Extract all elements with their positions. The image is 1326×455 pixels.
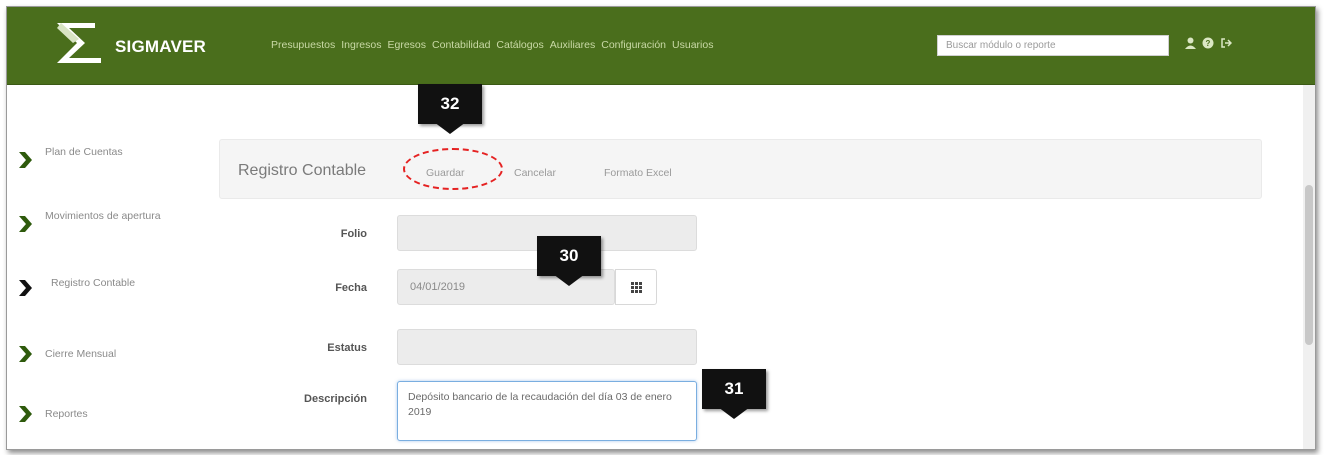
menu-item-configuracion[interactable]: Configuración: [601, 39, 666, 51]
cancel-button[interactable]: Cancelar: [514, 167, 556, 179]
descripcion-label: Descripción: [304, 393, 367, 405]
brand-name: SIGMAVER: [115, 37, 207, 56]
chevron-right-icon: [19, 346, 32, 362]
sidebar-item-label: Plan de Cuentas: [45, 146, 123, 158]
callout-marker-fecha: 30: [537, 236, 601, 286]
excel-format-button[interactable]: Formato Excel: [604, 167, 672, 179]
logout-icon[interactable]: [1220, 37, 1233, 52]
callout-marker-descripcion: 31: [702, 369, 766, 419]
estatus-label: Estatus: [327, 342, 367, 354]
sidebar-item-label: Reportes: [45, 408, 88, 420]
sidebar-item-label: Movimientos de apertura: [45, 210, 161, 222]
folio-label: Folio: [340, 228, 367, 240]
sidebar-item-cierre-mensual[interactable]: Cierre Mensual: [17, 345, 116, 363]
fecha-label: Fecha: [335, 282, 367, 294]
main-menu: Presupuestos Ingresos Egresos Contabilid…: [271, 39, 713, 51]
sidebar-item-label: Cierre Mensual: [45, 348, 117, 360]
menu-item-presupuestos[interactable]: Presupuestos: [271, 39, 335, 51]
scrollbar-thumb[interactable]: [1305, 185, 1313, 345]
app-window: SIGMAVER Presupuestos Ingresos Egresos C…: [6, 6, 1316, 450]
navbar-icons: ?: [1185, 37, 1233, 52]
top-navbar: SIGMAVER Presupuestos Ingresos Egresos C…: [7, 7, 1315, 85]
calendar-button[interactable]: [615, 269, 657, 305]
chevron-right-icon: [19, 280, 32, 296]
callout-number: 32: [418, 84, 482, 124]
vertical-scrollbar[interactable]: [1303, 85, 1315, 449]
sidebar-item-plan-de-cuentas[interactable]: Plan de Cuentas: [17, 146, 123, 169]
menu-item-catalogos[interactable]: Catálogos: [496, 39, 543, 51]
toolbar: Registro Contable Guardar Cancelar Forma…: [219, 139, 1262, 199]
sidebar-item-movimientos-de-apertura[interactable]: Movimientos de apertura: [17, 210, 161, 233]
sidebar-item-reportes[interactable]: Reportes: [17, 405, 88, 423]
menu-item-auxiliares[interactable]: Auxiliares: [550, 39, 596, 51]
user-icon[interactable]: [1185, 37, 1196, 52]
chevron-right-icon: [19, 152, 32, 168]
callout-number: 30: [537, 236, 601, 276]
page-title: Registro Contable: [238, 162, 367, 179]
callout-number: 31: [702, 369, 766, 409]
menu-item-contabilidad[interactable]: Contabilidad: [432, 39, 490, 51]
help-icon[interactable]: ?: [1202, 37, 1214, 52]
descripcion-textarea[interactable]: Depósito bancario de la recaudación del …: [397, 381, 697, 441]
sigmaver-logo: [57, 23, 101, 63]
calendar-grid-icon: [630, 281, 642, 293]
callout-marker-guardar: 32: [418, 84, 482, 134]
menu-item-ingresos[interactable]: Ingresos: [341, 39, 381, 51]
svg-text:?: ?: [1206, 39, 1211, 48]
menu-item-egresos[interactable]: Egresos: [388, 39, 427, 51]
search-input[interactable]: [937, 35, 1169, 56]
sidebar-item-registro-contable[interactable]: Registro Contable: [17, 277, 136, 297]
estatus-field[interactable]: [397, 329, 697, 365]
menu-item-usuarios[interactable]: Usuarios: [672, 39, 713, 51]
save-highlight-ring: [403, 148, 503, 190]
chevron-right-icon: [19, 406, 32, 422]
chevron-right-icon: [19, 216, 32, 232]
sidebar-item-label: Registro Contable: [51, 277, 136, 289]
